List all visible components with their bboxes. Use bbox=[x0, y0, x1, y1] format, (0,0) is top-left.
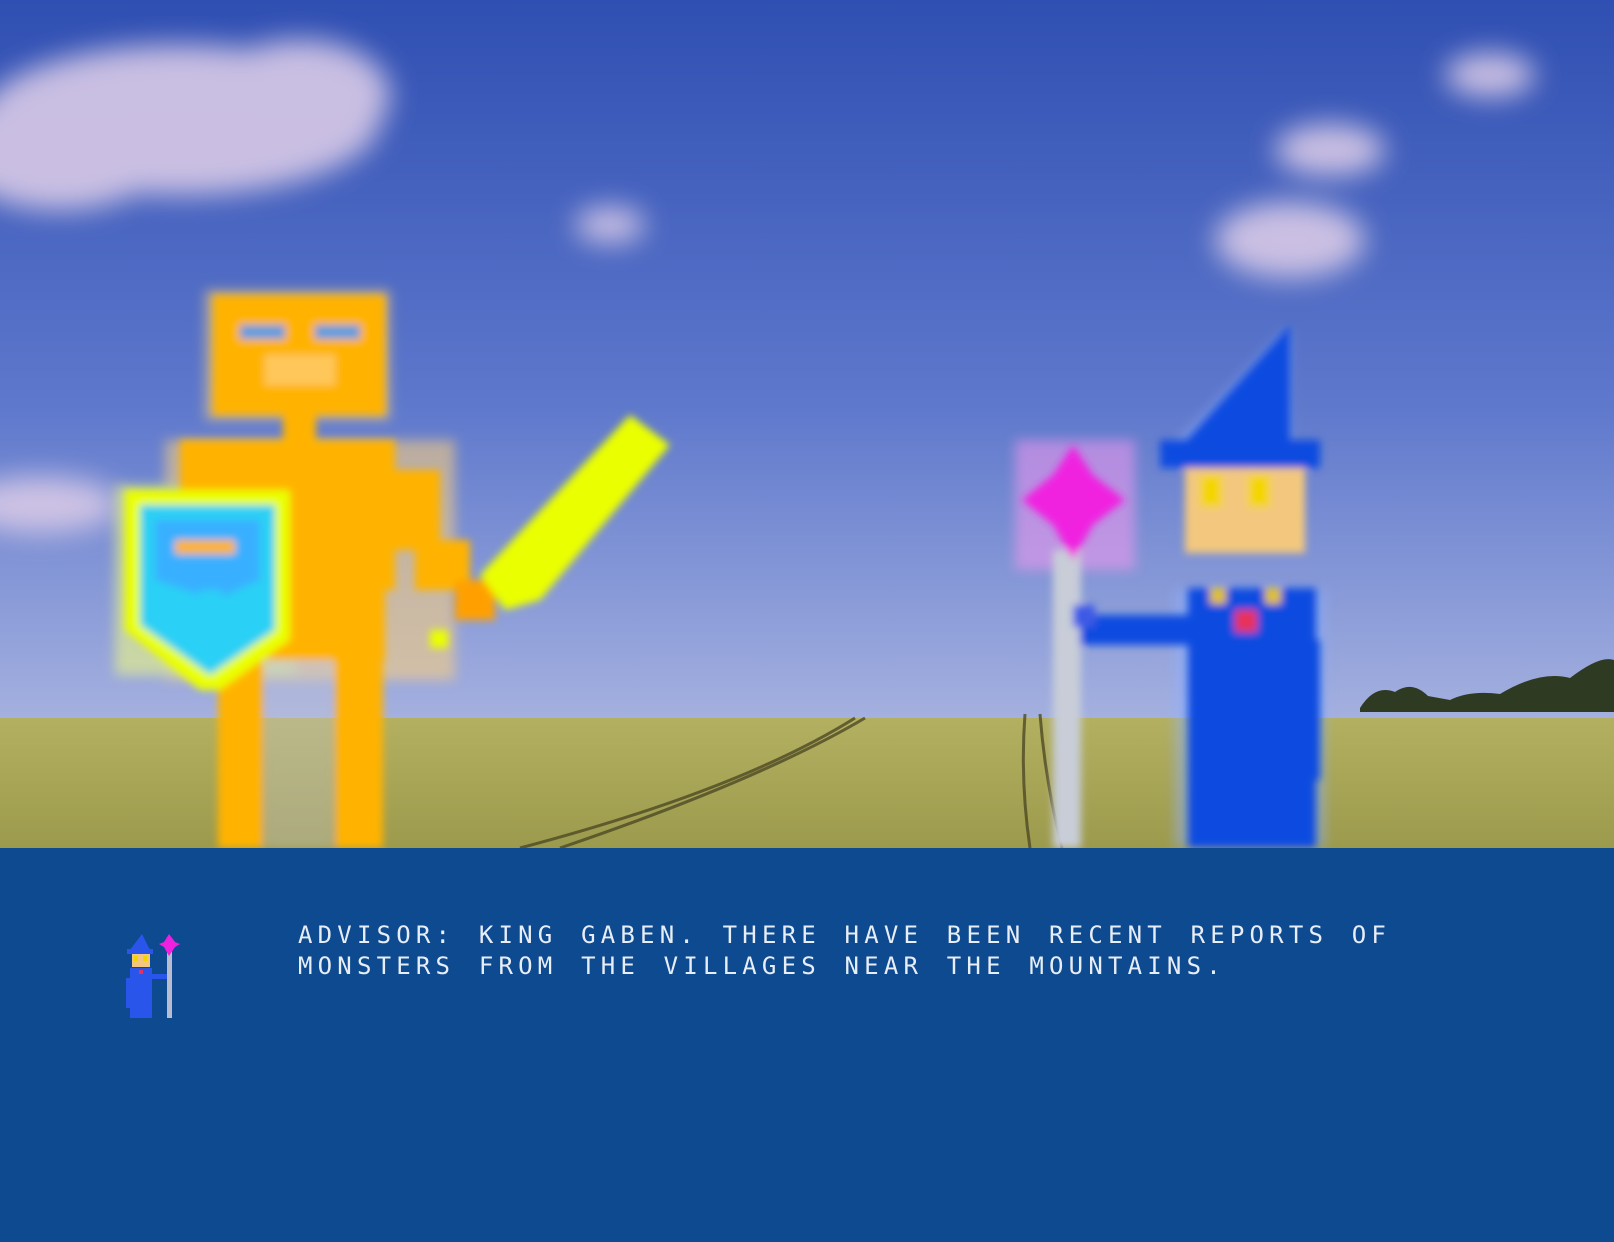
speaker-name: ADVISOR: bbox=[298, 921, 456, 949]
dialog-box[interactable] bbox=[0, 848, 1614, 1242]
dialog-text: ADVISOR: KING GABEN. THERE HAVE BEEN REC… bbox=[298, 920, 1568, 982]
wizard-portrait-icon bbox=[124, 930, 188, 1020]
dialog-message: KING GABEN. THERE HAVE BEEN RECENT REPOR… bbox=[298, 921, 1392, 980]
scene-canvas bbox=[0, 0, 1614, 848]
game-scene bbox=[0, 0, 1614, 848]
